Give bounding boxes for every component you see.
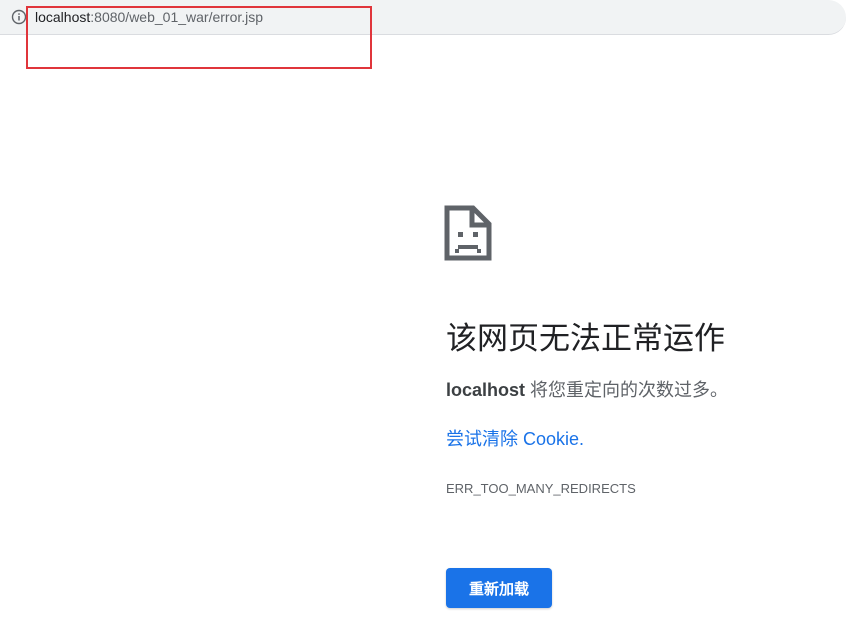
error-message-host: localhost [446, 380, 526, 400]
url-path: :8080/web_01_war/error.jsp [90, 9, 264, 25]
error-code: ERR_TOO_MANY_REDIRECTS [446, 481, 636, 496]
clear-cookies-link[interactable]: 尝试清除 Cookie. [446, 427, 584, 451]
address-bar[interactable]: localhost:8080/web_01_war/error.jsp [0, 0, 846, 35]
reload-button[interactable]: 重新加载 [446, 568, 552, 608]
error-title: 该网页无法正常运作 [446, 321, 725, 356]
url-host: localhost [35, 9, 91, 25]
sad-page-icon [444, 205, 492, 261]
error-message-text: 将您重定向的次数过多。 [525, 380, 729, 400]
info-icon[interactable] [11, 9, 27, 25]
url-text[interactable]: localhost:8080/web_01_war/error.jsp [35, 9, 263, 25]
error-message: localhost 将您重定向的次数过多。 [446, 378, 728, 402]
